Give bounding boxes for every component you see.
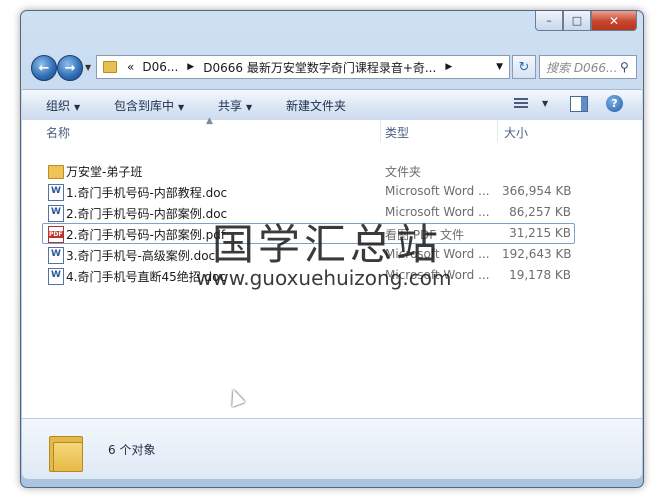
command-toolbar: 组织 ▼ 包含到库中 ▼ 共享 ▼ 新建文件夹 ▼ ?: [22, 89, 642, 121]
maximize-button[interactable]: □: [563, 11, 591, 31]
file-name: 万安堂-弟子班: [66, 165, 143, 179]
address-bar[interactable]: « D06... ▶ D0666 最新万安堂数字奇门课程录音+奇... ▶ ▼: [96, 55, 510, 79]
forward-arrow-icon: →: [64, 60, 76, 76]
file-row[interactable]: 1.奇门手机号码-内部教程.doc Microsoft Word ... 366…: [22, 181, 642, 202]
details-pane: 6 个对象: [22, 418, 642, 479]
recent-pages-dropdown-icon[interactable]: ▼: [85, 63, 91, 72]
file-size: 192,643 KB: [502, 247, 572, 261]
breadcrumb-separator-icon[interactable]: ▶: [187, 62, 194, 72]
search-input[interactable]: 搜索 D066...: [546, 59, 618, 76]
file-row-folder[interactable]: 万安堂-弟子班 文件夹: [22, 160, 642, 181]
include-in-library-label: 包含到库中: [114, 99, 175, 113]
column-divider[interactable]: [497, 120, 498, 142]
word-doc-icon: [48, 184, 64, 201]
view-dropdown-icon[interactable]: ▼: [542, 99, 548, 108]
new-folder-label: 新建文件夹: [286, 99, 347, 113]
column-size-header[interactable]: 大小: [504, 124, 528, 141]
back-button[interactable]: ←: [31, 55, 57, 81]
navigation-bar: ← → ▼ « D06... ▶ D0666 最新万安堂数字奇门课程录音+奇..…: [29, 53, 637, 81]
watermark-url: www.guoxuehuizong.com: [196, 266, 452, 290]
chevron-down-icon: ▼: [178, 103, 185, 112]
share-menu[interactable]: 共享 ▼: [218, 97, 252, 114]
search-icon[interactable]: ⚲: [620, 60, 629, 74]
preview-pane-icon[interactable]: [570, 96, 588, 112]
refresh-button[interactable]: ↻: [512, 55, 536, 79]
include-in-library-menu[interactable]: 包含到库中 ▼: [114, 97, 184, 114]
organize-label: 组织: [46, 99, 71, 113]
minimize-button[interactable]: –: [535, 11, 563, 31]
close-icon: ✕: [608, 13, 620, 28]
new-folder-button[interactable]: 新建文件夹: [286, 97, 346, 114]
help-icon[interactable]: ?: [606, 95, 623, 112]
column-type-header[interactable]: 类型: [385, 124, 409, 141]
maximize-icon: □: [571, 14, 583, 27]
file-name: 1.奇门手机号码-内部教程.doc: [66, 186, 228, 200]
help-glyph: ?: [611, 97, 618, 110]
back-arrow-icon: ←: [38, 60, 50, 76]
close-button[interactable]: ✕: [591, 11, 637, 31]
view-options-icon[interactable]: [514, 98, 528, 110]
file-type: 文件夹: [385, 165, 422, 179]
minimize-icon: –: [546, 14, 552, 27]
refresh-icon: ↻: [518, 59, 530, 75]
breadcrumb-item[interactable]: D0666 最新万安堂数字奇门课程录音+奇...: [203, 59, 436, 76]
search-box[interactable]: 搜索 D066... ⚲: [539, 55, 637, 79]
address-dropdown-icon[interactable]: ▼: [496, 62, 503, 72]
caption-buttons: – □ ✕: [535, 11, 637, 31]
file-name: 2.奇门手机号码-内部案例.doc: [66, 207, 228, 221]
folder-large-icon: [49, 436, 83, 472]
file-size: 86,257 KB: [509, 205, 571, 219]
organize-menu[interactable]: 组织 ▼: [46, 97, 80, 114]
file-size: 31,215 KB: [509, 226, 571, 240]
item-count: 6 个对象: [108, 443, 156, 457]
sort-ascending-icon: ▲: [206, 116, 213, 126]
word-doc-icon: [48, 268, 64, 285]
word-doc-icon: [48, 247, 64, 264]
forward-button[interactable]: →: [57, 55, 83, 81]
breadcrumb-separator-icon[interactable]: ▶: [445, 62, 452, 72]
pdf-icon: [48, 226, 64, 243]
breadcrumb-item[interactable]: D06...: [142, 60, 178, 74]
file-name: 3.奇门手机号-高级案例.doc: [66, 249, 216, 263]
address-overflow-icon[interactable]: «: [127, 60, 134, 74]
file-name: 2.奇门手机号码-内部案例.pdf: [66, 228, 226, 242]
chevron-down-icon: ▼: [246, 103, 253, 112]
column-name-header[interactable]: 名称: [46, 124, 70, 141]
file-size: 19,178 KB: [509, 268, 571, 282]
watermark-title: 国学汇总站: [212, 220, 443, 269]
file-type: Microsoft Word ...: [385, 184, 490, 198]
word-doc-icon: [48, 205, 64, 222]
file-size: 366,954 KB: [502, 184, 572, 198]
folder-icon: [48, 165, 64, 179]
share-label: 共享: [218, 99, 243, 113]
column-headers: ▲ 名称 类型 大小: [22, 116, 642, 142]
chevron-down-icon: ▼: [74, 103, 81, 112]
folder-icon: [103, 61, 117, 73]
column-divider[interactable]: [380, 120, 381, 142]
